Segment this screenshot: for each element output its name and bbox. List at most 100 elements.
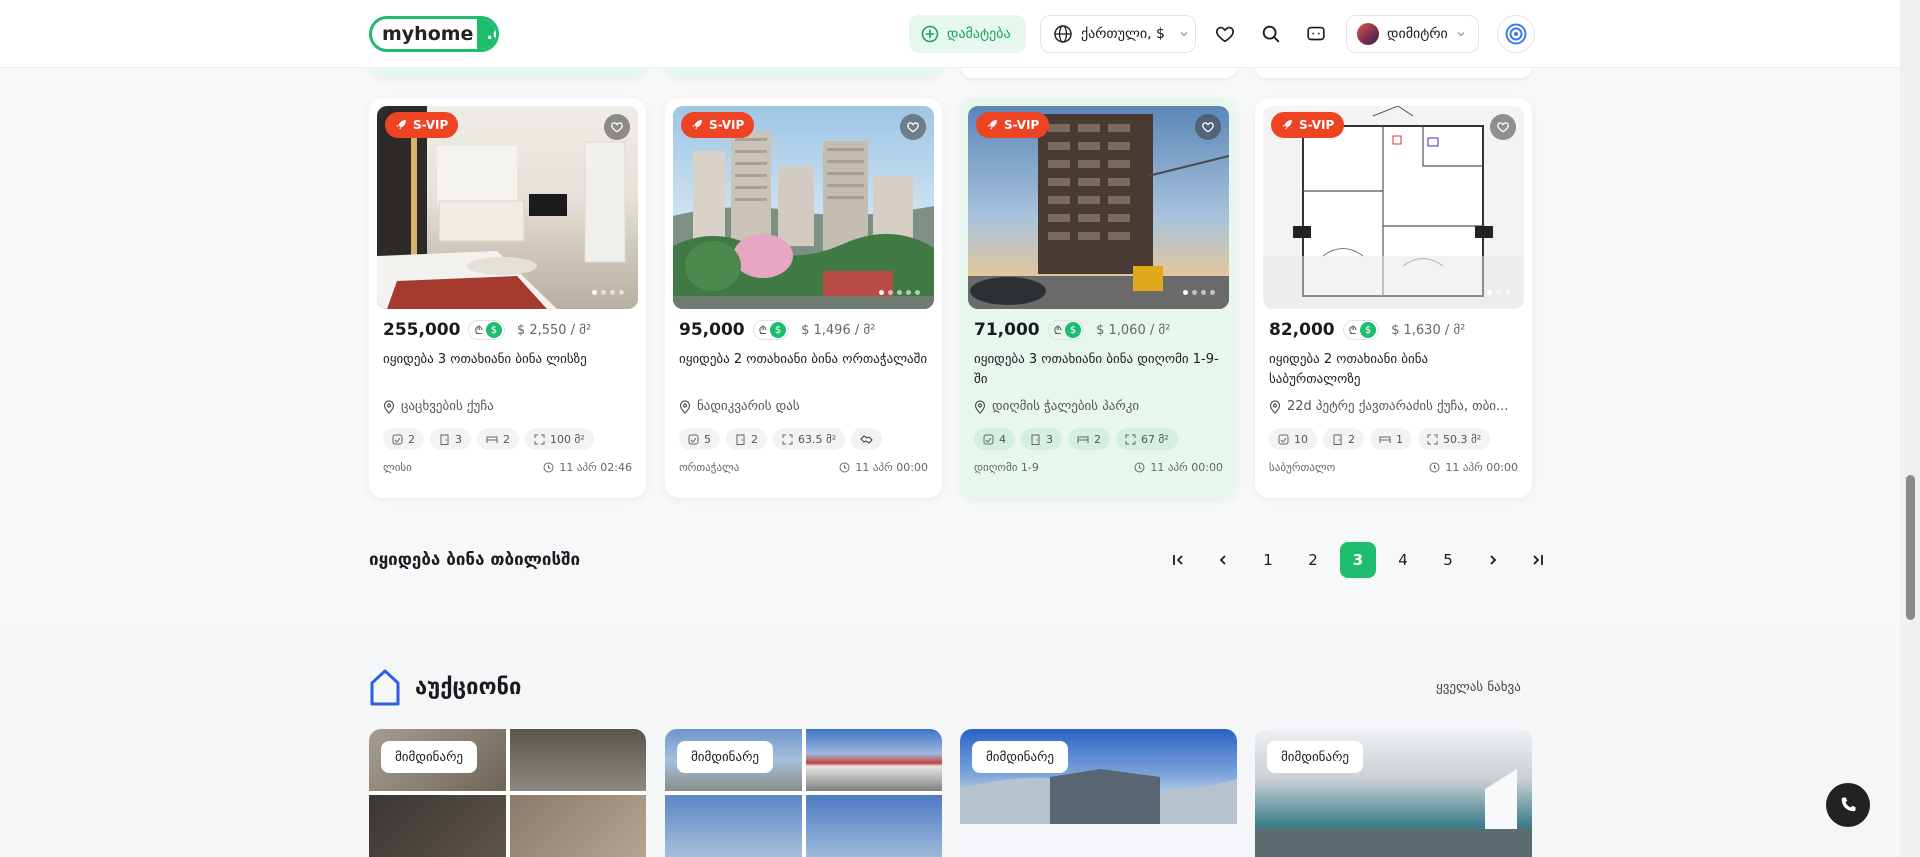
scrollbar-thumb[interactable] <box>1906 475 1915 620</box>
spec-value: 3 <box>1046 432 1053 446</box>
clock-icon <box>543 462 554 473</box>
section-caption[interactable]: იყიდება ბინა თბილისში <box>369 550 580 570</box>
spec-value: 5 <box>704 432 711 446</box>
photo-pager-dots[interactable] <box>1487 290 1510 295</box>
currency-toggle[interactable]: ₾ $ <box>468 320 505 340</box>
listing-photo[interactable]: S-VIP <box>673 106 934 309</box>
page-button-5[interactable]: 5 <box>1430 542 1466 578</box>
spec-value: 100 მ² <box>550 432 585 446</box>
auction-card[interactable]: მიმდინარე <box>960 729 1237 857</box>
page-button-4[interactable]: 4 <box>1385 542 1421 578</box>
location-text: ცაცხვების ქუჩა <box>401 399 494 414</box>
listing-date: 11 აპრ 00:00 <box>1134 461 1223 474</box>
listing-card[interactable]: S-VIP 71,000 ₾ $ $ 1,060 / მ² იყიდება 3 ო… <box>960 98 1237 498</box>
spec-rooms: 3 <box>430 428 471 450</box>
photo-pager-dots[interactable] <box>879 290 920 295</box>
see-all-link[interactable]: ყველას ნახვა <box>1436 680 1521 695</box>
listing-photo[interactable]: S-VIP <box>968 106 1229 309</box>
map-pin-icon <box>1269 399 1281 414</box>
listing-title[interactable]: იყიდება 2 ოთახიანი ბინა საბურთალოზე <box>1269 350 1519 390</box>
last-page-button[interactable] <box>1520 542 1556 578</box>
spec-value: 3 <box>455 432 462 446</box>
spec-floor: 2 <box>383 428 424 450</box>
listing-location: ნადიკვარის დას <box>679 399 934 414</box>
listing-photo[interactable]: S-VIP <box>377 106 638 309</box>
page-button-1[interactable]: 1 <box>1250 542 1286 578</box>
area-icon <box>1125 434 1136 444</box>
add-listing-label: დამატება <box>947 26 1011 42</box>
listing-location: 22d პეტრე ქავთარაძის ქუჩა, თბი... <box>1269 399 1524 414</box>
floor-icon <box>688 434 699 444</box>
favorites-button[interactable] <box>1209 18 1241 50</box>
gel-symbol[interactable]: ₾ <box>1349 323 1357 338</box>
spec-area: 100 მ² <box>525 428 594 450</box>
currency-toggle[interactable]: ₾ $ <box>1342 320 1380 340</box>
area-icon <box>1427 434 1438 444</box>
listing-specs: 10 2 1 50.3 მ² <box>1269 428 1491 450</box>
auction-section <box>0 626 1900 857</box>
map-pin-icon <box>974 399 986 414</box>
listing-card[interactable]: S-VIP 255,000 ₾ $ $ 2,550 / მ² იყიდება 3 … <box>369 98 646 498</box>
clock-icon <box>839 462 850 473</box>
listing-district: ლისი <box>383 461 412 474</box>
gel-symbol[interactable]: ₾ <box>474 323 482 338</box>
gel-symbol[interactable]: ₾ <box>759 323 767 338</box>
auction-heading: აუქციონი <box>369 668 521 706</box>
listing-title[interactable]: იყიდება 3 ოთახიანი ბინა დიღომი 1-9-ში <box>974 350 1224 390</box>
usd-symbol[interactable]: $ <box>1065 322 1082 338</box>
door-icon <box>440 434 449 445</box>
currency-toggle[interactable]: ₾ $ <box>752 320 790 340</box>
call-button[interactable] <box>1826 783 1870 827</box>
listing-card[interactable]: S-VIP 82,000 ₾ $ $ 1,630 / მ² იყიდება 2 ო… <box>1255 98 1532 498</box>
language-currency-select[interactable]: ქართული, $ <box>1040 15 1196 53</box>
assistant-button[interactable] <box>1497 15 1535 53</box>
currency-toggle[interactable]: ₾ $ <box>1047 320 1085 340</box>
favorite-button[interactable] <box>1195 114 1221 140</box>
listing-title[interactable]: იყიდება 3 ოთახიანი ბინა ლისზე <box>383 350 633 370</box>
favorite-button[interactable] <box>604 114 630 140</box>
spec-rooms: 3 <box>1021 428 1062 450</box>
photo-pager-dots[interactable] <box>1183 290 1215 295</box>
add-listing-button[interactable]: დამატება <box>909 15 1026 53</box>
photo-pager-dots[interactable] <box>592 290 624 295</box>
search-button[interactable] <box>1255 18 1287 50</box>
favorite-button[interactable] <box>1490 114 1516 140</box>
auction-card[interactable]: მიმდინარე <box>369 729 646 857</box>
favorite-button[interactable] <box>900 114 926 140</box>
gel-symbol[interactable]: ₾ <box>1054 323 1062 338</box>
first-page-button[interactable] <box>1160 542 1196 578</box>
listing-card[interactable]: S-VIP 95,000 ₾ $ $ 1,496 / მ² იყიდება 2 ო… <box>665 98 942 498</box>
usd-symbol[interactable]: $ <box>770 322 787 338</box>
spec-floor: 5 <box>679 428 720 450</box>
search-icon <box>1262 25 1280 43</box>
spec-floor: 4 <box>974 428 1015 450</box>
prev-page-button[interactable] <box>1205 542 1241 578</box>
house-icon <box>370 669 400 706</box>
listing-date: 11 აპრ 00:00 <box>1429 461 1518 474</box>
auction-status-tag: მიმდინარე <box>972 741 1069 773</box>
page-button-2[interactable]: 2 <box>1295 542 1331 578</box>
auction-card[interactable]: მიმდინარე <box>665 729 942 857</box>
page-button-current[interactable]: 3 <box>1340 542 1376 578</box>
chevron-left-icon <box>1219 555 1226 565</box>
messages-button[interactable] <box>1300 18 1332 50</box>
next-page-button[interactable] <box>1475 542 1511 578</box>
usd-symbol[interactable]: $ <box>1360 322 1377 338</box>
usd-symbol[interactable]: $ <box>485 322 502 338</box>
logo[interactable]: myhome .ge <box>369 16 499 52</box>
svip-badge: S-VIP <box>681 112 755 138</box>
listing-price: 71,000 <box>974 320 1040 340</box>
listing-price: 255,000 <box>383 320 461 340</box>
bed-icon <box>1379 436 1391 443</box>
listing-photo[interactable]: S-VIP <box>1263 106 1524 309</box>
svip-badge: S-VIP <box>1271 112 1345 138</box>
floor-icon <box>1278 434 1289 444</box>
auction-card[interactable]: მიმდინარე <box>1255 729 1532 857</box>
pagination: 1 2 3 4 5 <box>1160 542 1556 578</box>
spec-area: 63.5 მ² <box>773 428 846 450</box>
user-menu-button[interactable]: დიმიტრი <box>1346 15 1479 53</box>
scrollbar[interactable] <box>1900 0 1920 857</box>
listing-specs: 4 3 2 67 მ² <box>974 428 1178 450</box>
bed-icon <box>1077 436 1089 443</box>
listing-title[interactable]: იყიდება 2 ოთახიანი ბინა ორთაჭალაში <box>679 350 929 370</box>
